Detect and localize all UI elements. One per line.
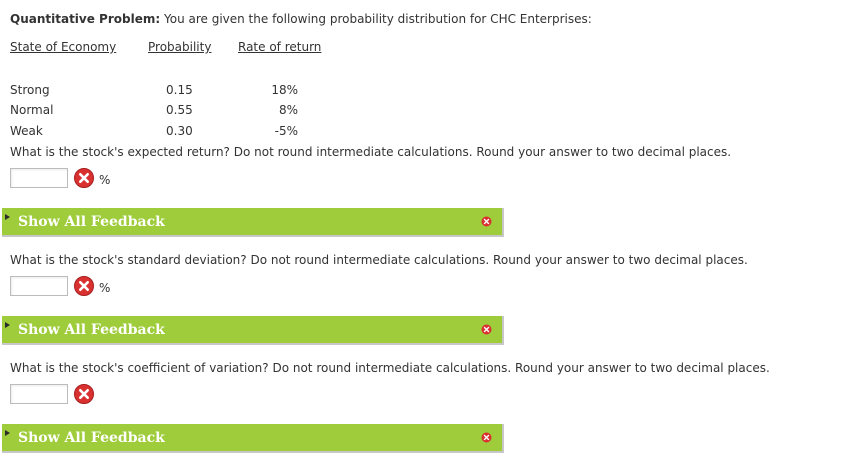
row-return-weak: -5%: [274, 124, 298, 138]
row-probability-strong: 0.15: [166, 83, 193, 97]
question-expected-return: What is the stock's expected return? Do …: [10, 145, 732, 159]
close-circle-icon[interactable]: [481, 216, 492, 227]
row-state-strong: Strong: [10, 83, 50, 97]
close-circle-icon[interactable]: [481, 432, 492, 443]
header-rate-of-return: Rate of return: [238, 40, 322, 54]
header-state-of-economy: State of Economy: [10, 40, 117, 54]
question-coefficient-of-variation: What is the stock's coefficient of varia…: [10, 361, 770, 375]
triangle-right-icon: [5, 214, 10, 220]
show-feedback-bar-3[interactable]: Show All Feedback: [2, 424, 504, 453]
incorrect-x-icon: [74, 384, 94, 404]
show-feedback-bar-2[interactable]: Show All Feedback: [2, 316, 504, 345]
problem-description: You are given the following probability …: [160, 12, 592, 26]
row-return-strong: 18%: [271, 83, 298, 97]
show-feedback-label: Show All Feedback: [18, 430, 165, 446]
row-probability-weak: 0.30: [166, 124, 193, 138]
row-return-normal: 8%: [278, 103, 298, 117]
incorrect-x-icon: [74, 276, 94, 296]
show-feedback-label: Show All Feedback: [18, 214, 165, 230]
standard-deviation-input[interactable]: [10, 276, 68, 296]
row-state-weak: Weak: [10, 124, 43, 138]
close-circle-icon[interactable]: [481, 324, 492, 335]
percent-unit: %: [99, 281, 111, 295]
show-feedback-label: Show All Feedback: [18, 322, 165, 338]
row-probability-normal: 0.55: [166, 103, 193, 117]
problem-label: Quantitative Problem:: [10, 12, 161, 26]
incorrect-x-icon: [74, 168, 94, 188]
percent-unit: %: [99, 173, 111, 187]
header-probability: Probability: [148, 40, 212, 54]
triangle-right-icon: [5, 322, 10, 328]
coefficient-of-variation-input[interactable]: [10, 384, 68, 404]
problem-intro: Quantitative Problem: You are given the …: [10, 12, 592, 26]
show-feedback-bar-1[interactable]: Show All Feedback: [2, 208, 504, 237]
row-state-normal: Normal: [10, 103, 54, 117]
question-standard-deviation: What is the stock's standard deviation? …: [10, 253, 748, 267]
triangle-right-icon: [5, 430, 10, 436]
expected-return-input[interactable]: [10, 168, 68, 188]
